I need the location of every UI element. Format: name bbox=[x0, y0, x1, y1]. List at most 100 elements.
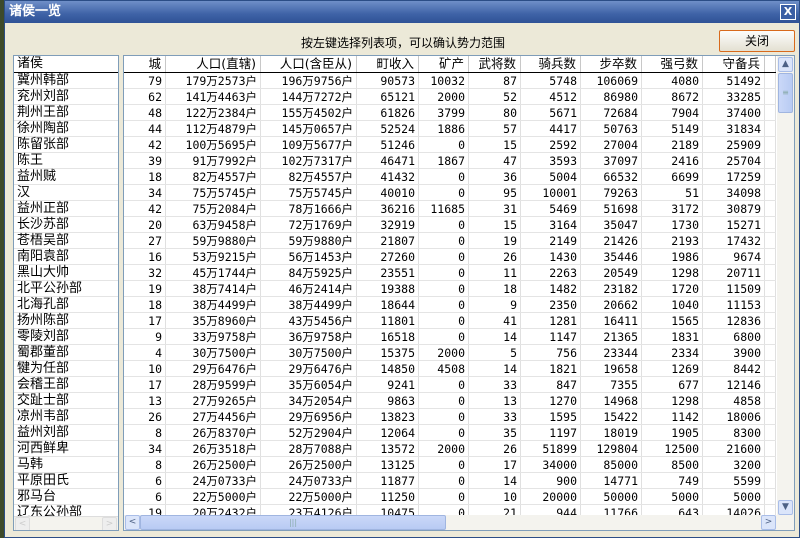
table-row[interactable]: 26 27万4456户 29万6956户 13823 0 33 1595 15422 1142 1… bbox=[124, 409, 776, 425]
scroll-up-arrow-icon[interactable]: ▲ bbox=[778, 57, 793, 72]
table-row[interactable]: 17 35万8960户 43万5456户 11801 0 41 1281 16411 1565 1… bbox=[124, 313, 776, 329]
cell-pop-direct: 33万9758户 bbox=[166, 329, 261, 344]
table-row[interactable]: 32 45万1744户 84万5925户 23551 0 11 2263 20549 1298 2… bbox=[124, 265, 776, 281]
table-row[interactable]: 44 112万4879户 145万0657户 52524 1886 57 4417 50763… bbox=[124, 121, 776, 137]
cell-pop-direct: 22万5000户 bbox=[166, 489, 261, 504]
cell-extra bbox=[765, 409, 776, 424]
warlord-name-item[interactable]: 陈王 bbox=[14, 153, 118, 169]
column-header-garrison[interactable]: 守备兵 bbox=[703, 56, 765, 72]
warlord-name-item[interactable]: 邪马台 bbox=[14, 489, 118, 505]
cell-cavalry: 1281 bbox=[521, 313, 581, 328]
cell-cavalry: 5671 bbox=[521, 105, 581, 120]
cell-archers: 2189 bbox=[642, 137, 703, 152]
close-icon[interactable]: X bbox=[780, 4, 796, 20]
column-header-town-income[interactable]: 町收入 bbox=[357, 56, 419, 72]
warlord-name-item[interactable]: 河西鲜卑 bbox=[14, 441, 118, 457]
table-row[interactable]: 16 53万9215户 56万1453户 27260 0 26 1430 35446 1986 9… bbox=[124, 249, 776, 265]
table-row[interactable]: 48 122万2384户 155万4502户 61826 3799 80 5671 72684… bbox=[124, 105, 776, 121]
cell-extra bbox=[765, 73, 776, 88]
table-row[interactable]: 17 28万9599户 35万6054户 9241 0 33 847 7355 677 12146 bbox=[124, 377, 776, 393]
cell-garrison: 8300 bbox=[703, 425, 765, 440]
warlord-stats-table[interactable]: 城人口(直辖) 人口(含臣从) 町收入 矿产 武将数 骑兵数 步卒数 强弓数 守备兵 79 179… bbox=[123, 55, 795, 531]
column-header-warlord[interactable]: 诸侯 bbox=[14, 56, 118, 73]
table-row[interactable]: 18 38万4499户 38万4499户 18644 0 9 2350 20662 1040 11… bbox=[124, 297, 776, 313]
vertical-scrollbar[interactable]: ▲ ≡ ▼ bbox=[777, 56, 794, 516]
scroll-left-arrow-icon[interactable]: < bbox=[125, 515, 140, 530]
cell-cavalry: 2350 bbox=[521, 297, 581, 312]
table-row[interactable]: 62 141万4463户 144万7272户 65121 2000 52 4512 86980… bbox=[124, 89, 776, 105]
table-row[interactable]: 19 38万7414户 46万2414户 19388 0 18 1482 23182 1720 1… bbox=[124, 281, 776, 297]
warlord-name-item[interactable]: 马韩 bbox=[14, 457, 118, 473]
warlord-name-item[interactable]: 益州刘部 bbox=[14, 425, 118, 441]
cell-garrison: 51492 bbox=[703, 73, 765, 88]
column-header-pop-total[interactable]: 人口(含臣从) bbox=[261, 56, 357, 72]
warlord-name-item[interactable]: 会稽王部 bbox=[14, 377, 118, 393]
vertical-scroll-thumb[interactable]: ≡ bbox=[778, 73, 793, 113]
table-row[interactable]: 42 75万2084户 78万1666户 36216 11685 31 5469 51698 3… bbox=[124, 201, 776, 217]
table-row[interactable]: 6 24万0733户 24万0733户 11877 0 14 900 14771 749 5599 bbox=[124, 473, 776, 489]
cell-cavalry: 1197 bbox=[521, 425, 581, 440]
warlord-name-item[interactable]: 零陵刘部 bbox=[14, 329, 118, 345]
warlord-name-item[interactable]: 冀州韩部 bbox=[14, 73, 118, 89]
column-header-city[interactable]: 城 bbox=[124, 56, 166, 72]
warlord-name-item[interactable]: 交趾士部 bbox=[14, 393, 118, 409]
table-row[interactable]: 79 179万2573户 196万9756户 90573 10032 87 5748 1060… bbox=[124, 73, 776, 89]
left-horizontal-scrollbar[interactable]: < > bbox=[14, 516, 118, 530]
warlord-name-item[interactable]: 苍梧吴部 bbox=[14, 233, 118, 249]
warlord-name-item[interactable]: 犍为任部 bbox=[14, 361, 118, 377]
column-header-extra[interactable] bbox=[765, 56, 776, 72]
table-row[interactable]: 34 26万3518户 28万7088户 13572 2000 26 51899 129804… bbox=[124, 441, 776, 457]
cell-extra bbox=[765, 105, 776, 120]
column-header-archers[interactable]: 强弓数 bbox=[642, 56, 703, 72]
scroll-down-arrow-icon[interactable]: ▼ bbox=[778, 500, 793, 515]
table-row[interactable]: 34 75万5745户 75万5745户 40010 0 95 10001 79263 51 34… bbox=[124, 185, 776, 201]
warlord-name-item[interactable]: 南阳袁部 bbox=[14, 249, 118, 265]
warlord-name-item[interactable]: 黑山大帅 bbox=[14, 265, 118, 281]
warlord-name-item[interactable]: 徐州陶部 bbox=[14, 121, 118, 137]
warlord-name-item[interactable]: 北平公孙部 bbox=[14, 281, 118, 297]
warlord-name-item[interactable]: 蜀郡董部 bbox=[14, 345, 118, 361]
table-row[interactable]: 9 33万9758户 36万9758户 16518 0 14 1147 21365 1831 68… bbox=[124, 329, 776, 345]
cell-infantry: 72684 bbox=[581, 105, 642, 120]
scroll-left-arrow-icon[interactable]: < bbox=[15, 517, 30, 530]
column-header-mine[interactable]: 矿产 bbox=[419, 56, 469, 72]
table-row[interactable]: 13 27万9265户 34万2054户 9863 0 13 1270 14968 1298 48… bbox=[124, 393, 776, 409]
warlord-name-item[interactable]: 兖州刘部 bbox=[14, 89, 118, 105]
warlord-name-item[interactable]: 长沙苏部 bbox=[14, 217, 118, 233]
scroll-right-arrow-icon[interactable]: > bbox=[102, 517, 117, 530]
table-row[interactable]: 39 91万7992户 102万7317户 46471 1867 47 3593 37097 2… bbox=[124, 153, 776, 169]
cell-pop-direct: 75万2084户 bbox=[166, 201, 261, 216]
cell-generals: 11 bbox=[469, 265, 521, 280]
cell-city: 34 bbox=[124, 185, 166, 200]
warlord-name-item[interactable]: 益州正部 bbox=[14, 201, 118, 217]
warlord-name-list[interactable]: 诸侯 冀州韩部 兖州刘部 荆州王部 徐州陶部 陈留张部 陈王 益州贼汉益州正部 长沙苏部 苍梧吴… bbox=[13, 55, 119, 531]
horizontal-scrollbar[interactable]: < ||| > bbox=[124, 515, 794, 530]
warlord-name-item[interactable]: 北海孔部 bbox=[14, 297, 118, 313]
column-header-generals[interactable]: 武将数 bbox=[469, 56, 521, 72]
table-row[interactable]: 10 29万6476户 29万6476户 14850 4508 14 1821 19658 12… bbox=[124, 361, 776, 377]
warlord-name-item[interactable]: 益州贼 bbox=[14, 169, 118, 185]
table-row[interactable]: 6 22万5000户 22万5000户 11250 0 10 20000 50000 5000 5… bbox=[124, 489, 776, 505]
table-row[interactable]: 20 63万9458户 72万1769户 32919 0 15 3164 35047 1730 1… bbox=[124, 217, 776, 233]
close-button[interactable]: 关闭 bbox=[719, 30, 795, 52]
cell-mine: 0 bbox=[419, 281, 469, 296]
table-row[interactable]: 4 30万7500户 30万7500户 15375 2000 5 756 23344 2334 3… bbox=[124, 345, 776, 361]
column-header-infantry[interactable]: 步卒数 bbox=[581, 56, 642, 72]
table-row[interactable]: 8 26万8370户 52万2904户 12064 0 35 1197 18019 1905 83… bbox=[124, 425, 776, 441]
warlord-name-item[interactable]: 凉州韦部 bbox=[14, 409, 118, 425]
warlord-name-item[interactable]: 汉 bbox=[14, 185, 118, 201]
cell-garrison: 17259 bbox=[703, 169, 765, 184]
warlord-name-item[interactable]: 平原田氏 bbox=[14, 473, 118, 489]
table-row[interactable]: 42 100万5695户 109万5677户 51246 0 15 2592 27004 218… bbox=[124, 137, 776, 153]
horizontal-scroll-thumb[interactable]: ||| bbox=[140, 515, 446, 530]
warlord-name-item[interactable]: 陈留张部 bbox=[14, 137, 118, 153]
warlord-name-item[interactable]: 荆州王部 bbox=[14, 105, 118, 121]
table-row[interactable]: 18 82万4557户 82万4557户 41432 0 36 5004 66532 6699 1… bbox=[124, 169, 776, 185]
warlord-name-item[interactable]: 扬州陈部 bbox=[14, 313, 118, 329]
column-header-cavalry[interactable]: 骑兵数 bbox=[521, 56, 581, 72]
cell-infantry: 18019 bbox=[581, 425, 642, 440]
table-row[interactable]: 8 26万2500户 26万2500户 13125 0 17 34000 85000 8500 3… bbox=[124, 457, 776, 473]
table-row[interactable]: 27 59万9880户 59万9880户 21807 0 19 2149 21426 2193 1… bbox=[124, 233, 776, 249]
column-header-pop-direct[interactable]: 人口(直辖) bbox=[166, 56, 261, 72]
scroll-right-arrow-icon[interactable]: > bbox=[761, 515, 776, 530]
